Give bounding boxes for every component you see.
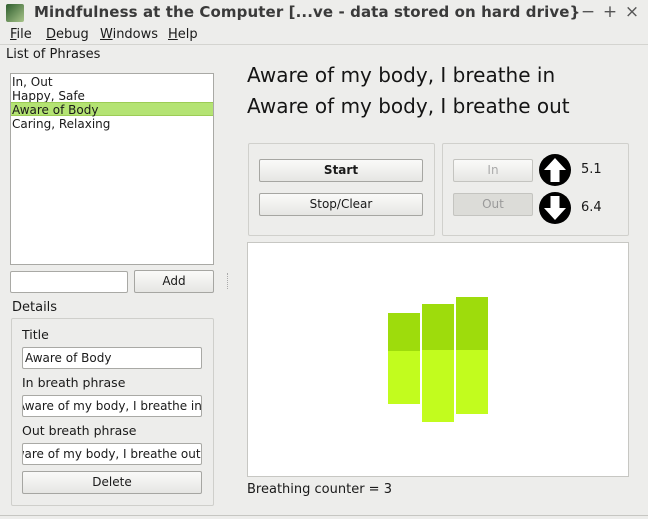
phrase-list[interactable]: In, Out Happy, Safe Aware of Body Caring…: [10, 73, 214, 265]
menu-debug-mnemonic: D: [46, 27, 57, 42]
menu-help-mnemonic: H: [168, 27, 178, 42]
add-button[interactable]: Add: [134, 270, 214, 293]
menu-debug-label: ebug: [56, 27, 89, 42]
breath-bar-2-out: [422, 350, 454, 422]
menu-windows[interactable]: Windows: [100, 27, 158, 42]
menu-windows-label: indows: [112, 27, 159, 42]
breath-bar-3-in: [456, 297, 488, 350]
breath-bar-1-in: [388, 313, 420, 351]
menu-debug[interactable]: Debug: [46, 27, 89, 42]
breath-controls-group: [442, 143, 629, 236]
start-button[interactable]: Start: [259, 159, 423, 182]
in-duration-value: 5.1: [581, 162, 602, 177]
menu-bar: [0, 26, 648, 45]
arrow-down-icon: [539, 192, 571, 224]
out-breath-phrase-field[interactable]: Aware of my body, I breathe out: [22, 443, 202, 465]
out-button[interactable]: Out: [453, 193, 533, 216]
title-field[interactable]: Aware of Body: [22, 347, 202, 369]
arrow-up-icon: [539, 154, 571, 186]
list-item[interactable]: Happy, Safe: [11, 89, 213, 103]
breath-bar-1-out: [388, 351, 420, 404]
phrase-list-label: List of Phrases: [6, 47, 101, 62]
list-item[interactable]: Caring, Relaxing: [11, 117, 213, 131]
title-field-label: Title: [22, 327, 49, 342]
breathing-graph: [247, 242, 629, 477]
in-button[interactable]: In: [453, 159, 533, 182]
out-duration-value: 6.4: [581, 200, 602, 215]
session-controls-group: [248, 143, 435, 236]
in-breath-phrase-value: Aware of my body, I breathe in: [22, 399, 202, 413]
title-field-value: Aware of Body: [25, 351, 112, 365]
status-divider: [0, 515, 648, 516]
menu-help[interactable]: Help: [168, 27, 198, 42]
window-title: Mindfulness at the Computer [...ve - dat…: [34, 3, 581, 21]
splitter-handle[interactable]: [227, 273, 228, 289]
menu-file-label: ile: [16, 27, 32, 42]
list-item-selected[interactable]: Aware of Body: [11, 102, 213, 117]
stop-clear-button[interactable]: Stop/Clear: [259, 193, 423, 216]
list-item[interactable]: In, Out: [11, 75, 213, 89]
out-breath-phrase-display: Aware of my body, I breathe out: [247, 94, 570, 118]
breath-bar-2-in: [422, 304, 454, 350]
close-icon[interactable]: ×: [622, 2, 642, 22]
breathing-counter: Breathing counter = 3: [247, 482, 392, 497]
breathing-graph-svg: [388, 297, 488, 422]
out-breath-phrase-label: Out breath phrase: [22, 423, 137, 438]
minimize-icon[interactable]: −: [578, 2, 598, 22]
app-icon: [6, 4, 24, 22]
new-phrase-input[interactable]: [10, 271, 128, 293]
in-breath-phrase-field[interactable]: Aware of my body, I breathe in: [22, 395, 202, 417]
menu-windows-mnemonic: W: [100, 27, 113, 42]
in-breath-phrase-label: In breath phrase: [22, 375, 126, 390]
menu-divider: [0, 44, 648, 45]
breath-bar-3-out: [456, 350, 488, 414]
menu-help-label: elp: [177, 27, 198, 42]
delete-button[interactable]: Delete: [22, 471, 202, 494]
out-breath-phrase-value: Aware of my body, I breathe out: [22, 447, 201, 461]
in-breath-phrase-display: Aware of my body, I breathe in: [247, 63, 556, 87]
maximize-icon[interactable]: +: [600, 2, 620, 22]
details-label: Details: [12, 300, 58, 315]
menu-file[interactable]: File: [10, 27, 32, 42]
